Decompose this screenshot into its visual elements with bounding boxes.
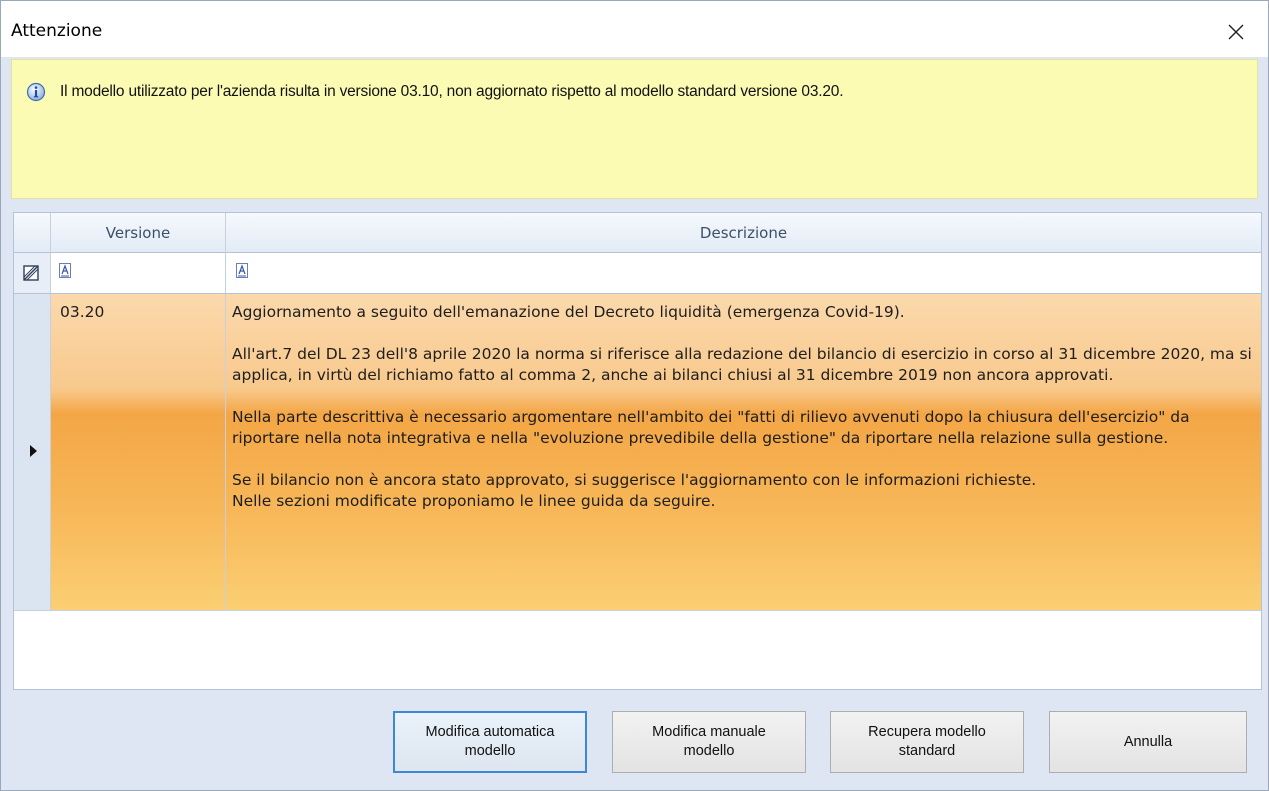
- description-paragraph: Se il bilancio non è ancora stato approv…: [232, 471, 1037, 489]
- clear-filter-button[interactable]: [14, 253, 51, 293]
- dialog-title: Attenzione: [11, 21, 103, 41]
- text-filter-icon: [59, 263, 71, 278]
- row-selector-header: [14, 213, 51, 253]
- cell-descrizione: Aggiornamento a seguito dell'emanazione …: [226, 294, 1261, 610]
- table-row[interactable]: 03.20 Aggiornamento a seguito dell'emana…: [14, 294, 1261, 611]
- warning-dialog: Attenzione Il modello utilizzato per l'a…: [0, 0, 1269, 791]
- cell-versione: 03.20: [51, 294, 226, 610]
- title-bar: Attenzione: [1, 1, 1268, 57]
- column-header-versione[interactable]: Versione: [51, 213, 226, 253]
- current-row-arrow-icon: [30, 445, 37, 457]
- auto-modify-button[interactable]: Modifica automatica modello: [393, 711, 587, 773]
- auto-modify-label: Modifica automatica modello: [425, 724, 555, 759]
- restore-standard-label: Recupera modello standard: [868, 724, 986, 759]
- text-filter-icon: [236, 263, 248, 278]
- info-icon: [26, 82, 46, 102]
- filter-row: [14, 253, 1261, 294]
- description-paragraph: Aggiornamento a seguito dell'emanazione …: [232, 303, 905, 321]
- restore-standard-button[interactable]: Recupera modello standard: [830, 711, 1024, 773]
- close-button[interactable]: [1216, 14, 1256, 50]
- cancel-button[interactable]: Annulla: [1049, 711, 1247, 773]
- manual-modify-label: Modifica manuale modello: [652, 724, 766, 759]
- filter-cell-versione[interactable]: [51, 253, 226, 293]
- row-selector[interactable]: [14, 294, 51, 610]
- close-icon: [1228, 24, 1244, 40]
- description-paragraph: All'art.7 del DL 23 dell'8 aprile 2020 l…: [232, 345, 1252, 384]
- info-message-text: Il modello utilizzato per l'azienda risu…: [60, 83, 844, 100]
- info-message-panel: Il modello utilizzato per l'azienda risu…: [11, 59, 1258, 199]
- description-paragraph: Nelle sezioni modificate proponiamo le l…: [232, 492, 716, 510]
- filter-clear-icon: [23, 265, 39, 281]
- cancel-label: Annulla: [1123, 733, 1173, 750]
- manual-modify-button[interactable]: Modifica manuale modello: [612, 711, 806, 773]
- description-paragraph: Nella parte descrittiva è necessario arg…: [232, 408, 1190, 447]
- column-header-descrizione[interactable]: Descrizione: [226, 213, 1261, 253]
- versions-grid: Versione Descrizione 03.20 Aggiornamento…: [13, 212, 1262, 690]
- filter-cell-descrizione[interactable]: [226, 253, 1261, 293]
